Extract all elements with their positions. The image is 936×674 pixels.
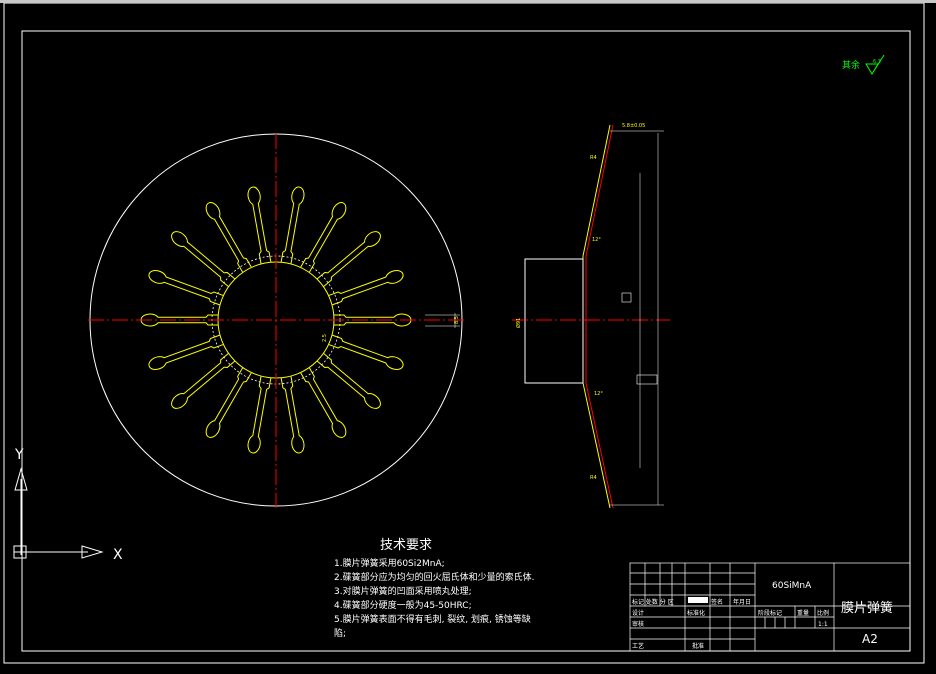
finger-slot <box>247 186 272 264</box>
dim-angle-bottom: 12° <box>594 391 603 397</box>
finger-slot <box>280 186 305 264</box>
tech-item-3: 3.对膜片弹簧的凹面采用喷丸处理; <box>334 585 472 597</box>
ucs-y-label: Y <box>14 447 24 463</box>
dim-r-bottom: R4 <box>590 475 597 481</box>
front-view: 8.5 2.5 <box>88 133 465 508</box>
dim-r-top: R4 <box>590 155 597 161</box>
finger-slot <box>328 334 404 371</box>
dim-thickness: 2.5 <box>322 334 328 342</box>
title-scale-value: 1:1 <box>818 621 828 628</box>
dim-angle-top: 12° <box>592 237 601 243</box>
tech-item-2: 2.碟簧部分应为均匀的回火屈氏体和少量的索氏体. <box>334 571 534 583</box>
title-date: 年月日 <box>733 598 751 606</box>
tech-item-4: 4.碟簧部分硬度一般为45-50HRC; <box>334 599 472 611</box>
title-mark-row: 标记 处数 分 区 <box>632 598 674 606</box>
tech-item-6: 陷; <box>334 627 346 639</box>
tech-title: 技术要求 <box>380 538 432 553</box>
title-approve: 批准 <box>692 642 704 650</box>
roughness-label: 其余 <box>842 59 860 71</box>
tech-item-1: 1.膜片弹簧采用60Si2MnA; <box>334 557 445 569</box>
title-material: 60SiMnA <box>772 581 812 591</box>
finger-slot <box>148 269 224 306</box>
title-sign: 签名 <box>711 598 723 606</box>
title-stage-mark: 阶段标记 <box>758 609 782 617</box>
technical-requirements: 技术要求 1.膜片弹簧采用60Si2MnA; 2.碟簧部分应为均匀的回火屈氏体和… <box>334 538 534 639</box>
side-profile-outline <box>582 124 611 509</box>
finger-slot <box>328 269 404 306</box>
title-sheet-size: A2 <box>862 632 878 646</box>
side-view: 5.8±0.05 Ø91 12° 12° R4 R4 <box>512 123 670 509</box>
roughness-symbol: 其余 6.3 <box>842 54 885 75</box>
ucs-x-label: X <box>113 547 123 563</box>
ucs-icon: Y X <box>13 447 123 563</box>
drawing-canvas[interactable]: 其余 6.3 8.5 2.5 5.8±0.05 Ø91 12° 12° R4 R… <box>0 3 936 674</box>
title-process: 工艺 <box>632 642 644 650</box>
sheet-outer-border <box>3 3 925 664</box>
title-part-name: 膜片弹簧 <box>841 600 893 616</box>
finger-slot <box>148 334 224 371</box>
side-hub <box>524 258 584 384</box>
side-profile-red <box>585 124 614 509</box>
tech-item-5: 5.膜片弹簧表面不得有毛刺, 裂纹, 划痕, 锈蚀等缺 <box>334 613 531 625</box>
title-block-filled-cell <box>688 597 708 603</box>
title-scale: 比例 <box>817 609 829 617</box>
title-design: 设计 <box>632 609 644 617</box>
title-review: 审核 <box>632 620 644 628</box>
dim-slot-width: 8.5 <box>454 316 460 324</box>
sheet-inner-border <box>21 30 911 652</box>
datum-box-top <box>621 292 632 303</box>
dim-side-bore: Ø91 <box>515 318 522 328</box>
roughness-triangle-icon <box>865 54 885 75</box>
dim-side-top-label: 5.8±0.05 <box>622 123 645 129</box>
title-weight: 重量 <box>797 609 809 617</box>
finger-slot <box>280 376 305 454</box>
title-standardize: 标准化 <box>687 609 705 617</box>
finger-slot <box>247 376 272 454</box>
